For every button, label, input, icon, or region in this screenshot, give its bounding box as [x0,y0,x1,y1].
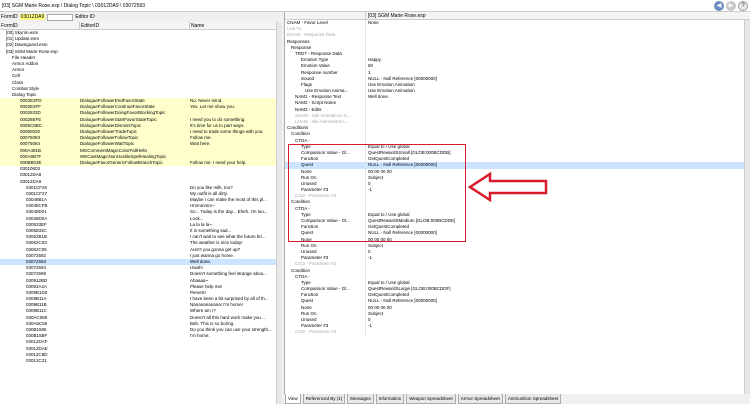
filter-bar: FormID 03012DA9 Editor ID [0,12,280,22]
col-formid[interactable]: FormID [0,22,80,29]
record-view-header: [03] SGM Marie Rose.esp [285,12,750,20]
record-tree-cell-c1: 03012C21 [26,357,47,363]
help-icon[interactable]: ? [738,0,748,11]
record-view[interactable]: [03] SGM Marie Rose.esp CNAM - Favor Lev… [284,12,750,394]
record-tree-header: FormID EditorID Name [0,22,281,30]
forward-arrow-icon[interactable]: ▶ [726,0,736,11]
record-tree-cell-c3 [190,358,281,364]
right-scrollbar[interactable] [744,20,750,394]
col-name[interactable]: Name [190,22,281,29]
tab-armor-spreadsheet[interactable]: Armor Spreadsheet [457,394,503,404]
formid-filter-label: FormID [1,14,18,20]
col-editorid[interactable]: EditorID [80,22,190,29]
formid-filter-value[interactable]: 03012DA9 [19,14,46,20]
annotation-arrow-icon [468,172,548,202]
tab-view[interactable]: View [285,394,301,404]
left-scrollbar[interactable] [276,22,282,404]
record-path: [03] SGM Marie Rose.esp \ Dialog Topic \… [2,2,146,9]
record-tree-rows: [00] Skyrim.esm [01] Update.esm [02] Dawng… [0,30,281,364]
tab-referenced-by[interactable]: Referenced By (1) [302,394,346,404]
tab-messages[interactable]: Messages [347,394,374,404]
back-arrow-icon[interactable]: ◀ [714,0,724,11]
tab-information[interactable]: Information [375,394,405,404]
record-tree[interactable]: FormID EditorID Name [00] Skyrim.esm [01]… [0,22,282,404]
record-field-label: CIS2 - Parameter #2 [295,329,337,335]
record-field-row[interactable]: CIS2 - Parameter #2 [285,329,750,336]
record-field-value[interactable] [365,329,750,336]
editorid-filter-label: Editor ID [75,14,95,20]
record-tree-row[interactable]: 03012C21 [0,358,281,364]
tab-ammunition-spreadsheet[interactable]: Ammunition Spreadsheet [504,394,562,404]
record-tree-cell-c2 [80,358,190,364]
formid-filter-input[interactable] [47,13,74,21]
title-bar: [03] SGM Marie Rose.esp \ Dialog Topic \… [0,0,750,12]
record-view-col-file: [03] SGM Marie Rose.esp [365,12,750,19]
tab-weapon-spreadsheet[interactable]: Weapon Spreadsheet [406,394,456,404]
bottom-tabs: View Referenced By (1) Messages Informat… [284,394,750,404]
